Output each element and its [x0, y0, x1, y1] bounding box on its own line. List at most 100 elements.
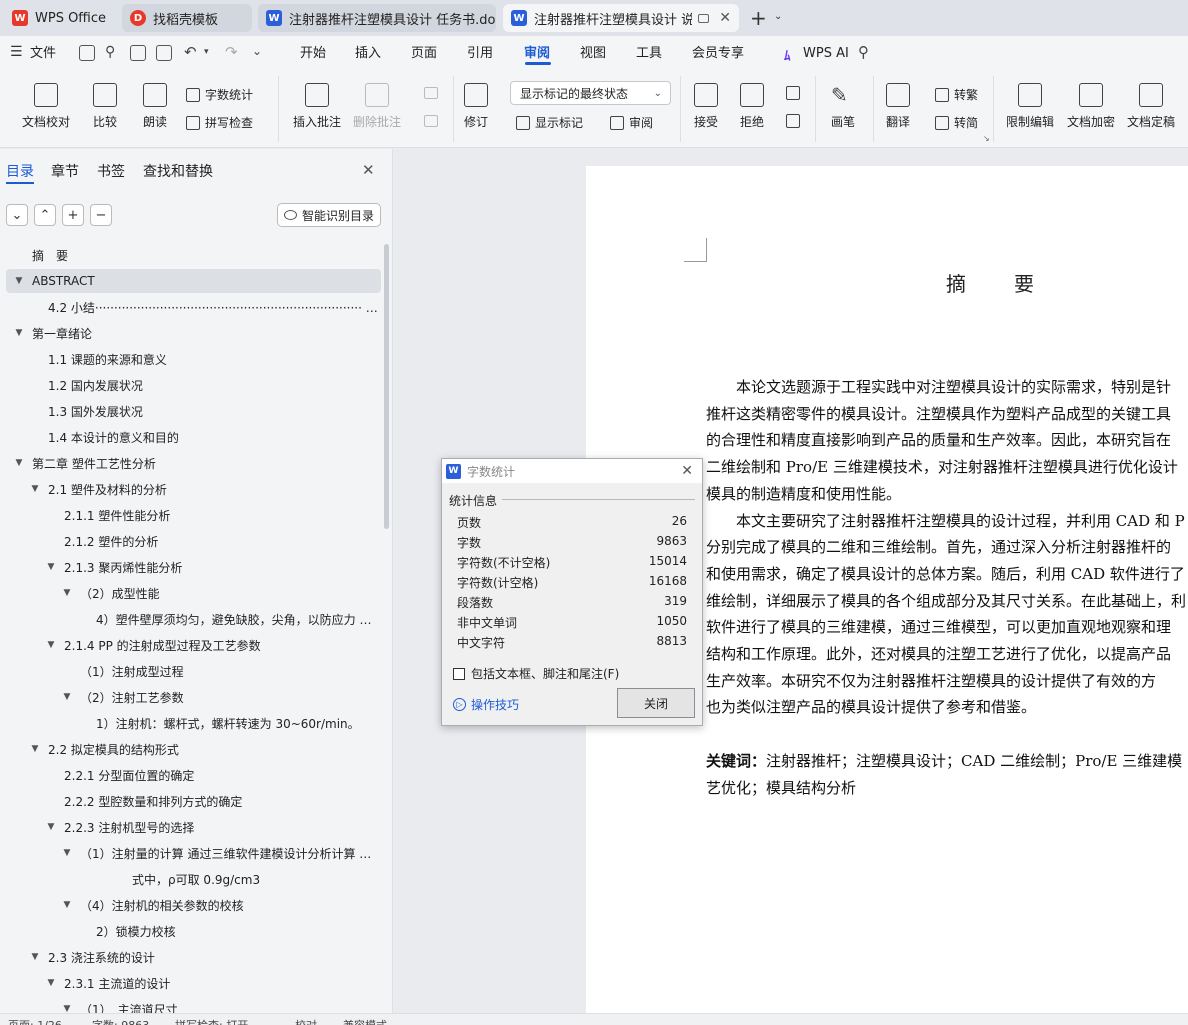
encrypt-button[interactable]: 文档加密 — [1067, 83, 1115, 130]
expand-arrow-icon[interactable]: ▼ — [28, 484, 42, 494]
toc-item[interactable]: ▼ 第二章 塑件工艺性分析 — [6, 451, 381, 475]
toc-item[interactable]: ▼ 2.1.3 聚丙烯性能分析 — [6, 555, 381, 579]
close-panel-icon[interactable]: ✕ — [362, 161, 375, 179]
tab-current-document[interactable]: W 注射器推杆注塑模具设计 说明 ✕ — [503, 4, 739, 32]
undo-icon[interactable]: ↶ — [184, 43, 197, 61]
accept-button[interactable]: 接受 — [694, 83, 718, 130]
redo-icon[interactable]: ↷ — [225, 43, 238, 61]
translate-button[interactable]: 翻译 — [886, 83, 910, 130]
delete-comment-button[interactable]: 删除批注 — [353, 83, 401, 130]
toc-item[interactable]: ▼ 2.2.3 注射机型号的选择 — [6, 815, 381, 839]
previous-comment-icon[interactable] — [424, 87, 438, 99]
menu-start[interactable]: 开始 — [300, 43, 326, 65]
next-revision-icon[interactable] — [786, 114, 800, 128]
chevron-down-icon[interactable]: ⌄ — [774, 11, 782, 22]
expand-arrow-icon[interactable]: ▼ — [60, 692, 74, 702]
search-icon[interactable]: ⚲ — [858, 43, 869, 61]
pen-button[interactable]: ✎ 画笔 — [831, 83, 855, 130]
toc-item[interactable]: ▼4）塑件壁厚须均匀，避免缺胶，尖角，以防应力 … — [6, 607, 381, 631]
proof-status[interactable]: 校对 — [295, 1017, 317, 1025]
expand-arrow-icon[interactable]: ▼ — [28, 952, 42, 962]
toc-item[interactable]: ▼4.2 小结·································… — [6, 295, 381, 319]
toc-item[interactable]: ▼1.4 本设计的意义和目的 — [6, 425, 381, 449]
toc-item[interactable]: ▼ ABSTRACT — [6, 269, 381, 293]
previous-revision-icon[interactable] — [786, 86, 800, 100]
toc-scrollbar[interactable] — [384, 244, 389, 529]
toc-item[interactable]: ▼1）注射机：螺杆式，螺杆转速为 30~60r/min。 — [6, 711, 381, 735]
toc-item[interactable]: ▼式中，ρ可取 0.9g/cm3 — [6, 867, 381, 891]
toc-item[interactable]: ▼1.1 课题的来源和意义 — [6, 347, 381, 371]
toc-item[interactable]: ▼ （2）成型性能 — [6, 581, 381, 605]
toc-item[interactable]: ▼ （2）注射工艺参数 — [6, 685, 381, 709]
toc-item[interactable]: ▼（1）注射成型过程 — [6, 659, 381, 683]
to-traditional-button[interactable]: 转繁 — [935, 86, 978, 103]
more-dropdown-icon[interactable]: ⌄ — [252, 44, 262, 58]
undo-dropdown-icon[interactable]: ▾ — [204, 47, 209, 57]
tab-toc[interactable]: 目录 — [6, 161, 34, 181]
spell-check-status[interactable]: 拼写检查: 打开 — [175, 1017, 248, 1025]
toc-item[interactable]: ▼摘 要 — [6, 243, 381, 267]
menu-view[interactable]: 视图 — [580, 43, 606, 65]
format-painter-icon[interactable]: ⚲ — [105, 44, 115, 60]
toc-item[interactable]: ▼1.2 国内发展状况 — [6, 373, 381, 397]
group-expand-icon[interactable]: ↘ — [983, 134, 990, 143]
expand-up-button[interactable]: ⌃ — [34, 204, 56, 226]
toc-item[interactable]: ▼ 2.3.1 主流道的设计 — [6, 971, 381, 995]
wps-ai-button[interactable]: WPS AI — [803, 43, 849, 65]
screen-icon[interactable] — [698, 13, 710, 23]
tab-wps-office[interactable]: W WPS Office — [4, 4, 114, 32]
expand-arrow-icon[interactable]: ▼ — [28, 744, 42, 754]
spell-check-button[interactable]: 拼写检查 — [186, 114, 253, 131]
menu-page[interactable]: 页面 — [411, 43, 437, 65]
toc-item[interactable]: ▼ 2.1 塑件及材料的分析 — [6, 477, 381, 501]
expand-arrow-icon[interactable]: ▼ — [60, 588, 74, 598]
expand-arrow-icon[interactable]: ▼ — [12, 458, 26, 468]
tab-chapters[interactable]: 章节 — [51, 161, 79, 181]
add-heading-button[interactable]: + — [62, 204, 84, 226]
expand-arrow-icon[interactable]: ▼ — [60, 848, 74, 858]
restrict-edit-button[interactable]: 限制编辑 — [1006, 83, 1054, 130]
toc-item[interactable]: ▼ 2.3 浇注系统的设计 — [6, 945, 381, 969]
toc-item[interactable]: ▼ 2.1.4 PP 的注射成型过程及工艺参数 — [6, 633, 381, 657]
menu-reference[interactable]: 引用 — [467, 43, 493, 65]
review-pane-button[interactable]: 审阅 — [610, 114, 653, 131]
expand-arrow-icon[interactable]: ▼ — [60, 900, 74, 910]
close-tab-icon[interactable]: ✕ — [719, 10, 731, 26]
markup-state-select[interactable]: 显示标记的最终状态 ⌄ — [510, 81, 671, 105]
toc-item[interactable]: ▼ 第一章绪论 — [6, 321, 381, 345]
menu-tools[interactable]: 工具 — [636, 43, 662, 65]
new-tab-icon[interactable]: + — [750, 6, 767, 30]
toc-item[interactable]: ▼2.2.1 分型面位置的确定 — [6, 763, 381, 787]
hamburger-menu-icon[interactable]: ☰ — [10, 44, 23, 60]
tab-docer-templates[interactable]: D 找稻壳模板 — [122, 4, 252, 32]
revise-button[interactable]: 修订 — [464, 83, 488, 130]
toc-item[interactable]: ▼ 2.2 拟定模具的结构形式 — [6, 737, 381, 761]
toc-item[interactable]: ▼ （1）注射量的计算 通过三维软件建模设计分析计算 … — [6, 841, 381, 865]
next-comment-icon[interactable] — [424, 115, 438, 127]
save-icon[interactable] — [79, 45, 95, 61]
expand-arrow-icon[interactable]: ▼ — [44, 640, 58, 650]
proofread-button[interactable]: 文档校对 — [22, 83, 70, 130]
tab-task-document[interactable]: W 注射器推杆注塑模具设计 任务书.docx — [258, 4, 496, 32]
smart-toc-button[interactable]: 智能识别目录 — [277, 203, 381, 227]
file-menu[interactable]: 文件 — [30, 43, 56, 65]
expand-arrow-icon[interactable]: ▼ — [44, 822, 58, 832]
finalize-button[interactable]: 文档定稿 — [1127, 83, 1175, 130]
read-aloud-button[interactable]: 朗读 — [143, 83, 167, 130]
to-simplified-button[interactable]: 转简 — [935, 114, 978, 131]
toc-item[interactable]: ▼2.1.2 塑件的分析 — [6, 529, 381, 553]
dialog-titlebar[interactable]: W 字数统计 ✕ — [442, 459, 702, 483]
toc-item[interactable]: ▼2）锁模力校核 — [6, 919, 381, 943]
toc-item[interactable]: ▼ （4）注射机的相关参数的校核 — [6, 893, 381, 917]
word-count-status[interactable]: 字数: 9863 — [92, 1017, 149, 1025]
toc-item[interactable]: ▼2.2.2 型腔数量和排列方式的确定 — [6, 789, 381, 813]
toc-item[interactable]: ▼1.3 国外发展状况 — [6, 399, 381, 423]
collapse-all-button[interactable]: ⌄ — [6, 204, 28, 226]
toc-item[interactable]: ▼2.1.1 塑件性能分析 — [6, 503, 381, 527]
checkbox-box[interactable] — [453, 667, 465, 680]
include-textbox-checkbox[interactable]: 包括文本框、脚注和尾注(F) — [453, 665, 619, 682]
remove-heading-button[interactable]: − — [90, 204, 112, 226]
tips-link[interactable]: ▷ 操作技巧 — [453, 696, 519, 713]
print-preview-icon[interactable] — [156, 45, 172, 61]
insert-comment-button[interactable]: 插入批注 — [293, 83, 341, 130]
